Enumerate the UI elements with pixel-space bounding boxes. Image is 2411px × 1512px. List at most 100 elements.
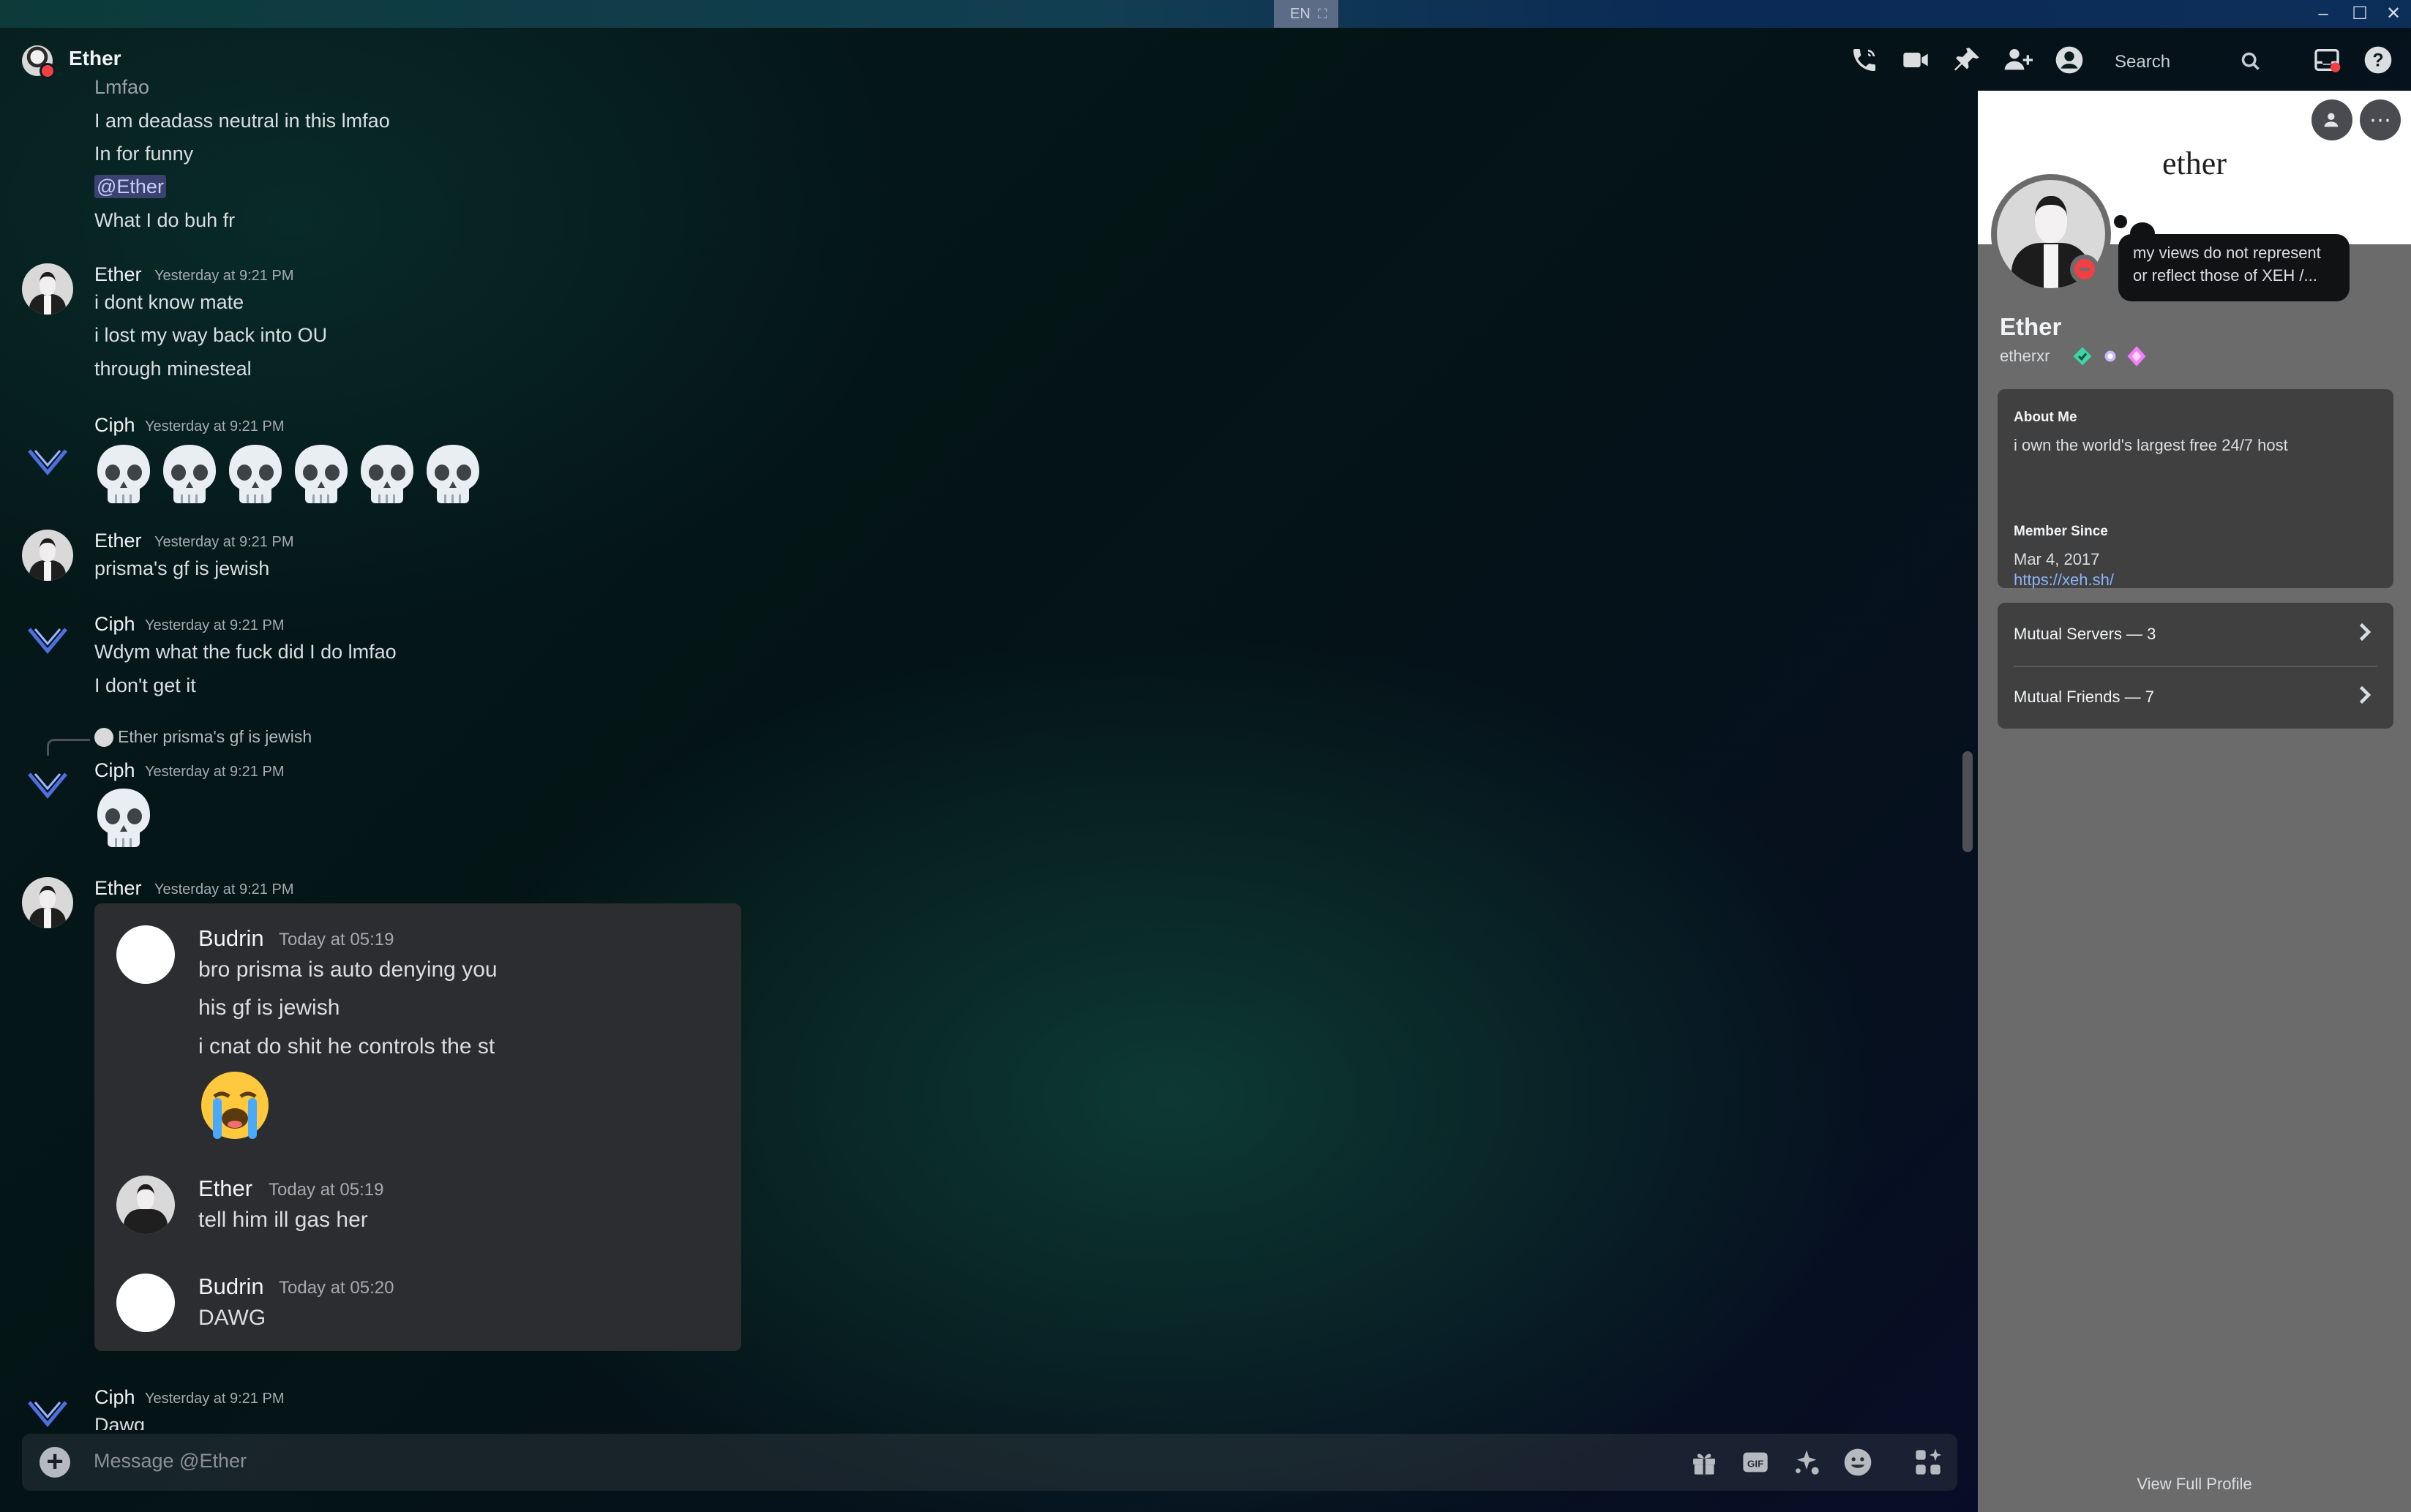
message-timestamp: Yesterday at 9:21 PM (145, 418, 285, 435)
message-text: What I do buh fr (94, 209, 236, 231)
message-author[interactable]: Ciph (94, 613, 135, 636)
reply-avatar (94, 728, 113, 747)
member-since-heading: Member Since (2014, 524, 2108, 539)
header-avatar[interactable] (22, 45, 56, 79)
message-text: In for funny (94, 143, 194, 165)
custom-status[interactable]: my views do not represent or reflect tho… (2118, 234, 2350, 301)
scroll-thumb[interactable] (1962, 751, 1973, 852)
user-profile-panel: ether ⋯ my views do not represent or ref… (1978, 91, 2411, 1512)
minimize-button[interactable]: – (2306, 0, 2340, 28)
embed-author: Ether (198, 1176, 253, 1201)
reply-connector (47, 739, 90, 756)
chevron-right-icon (2351, 619, 2377, 645)
profile-link[interactable]: https://xeh.sh/ (2014, 571, 2114, 590)
loudly-crying-face-icon (201, 1072, 269, 1139)
avatar[interactable] (22, 263, 73, 315)
more-options-button[interactable]: ⋯ (2360, 99, 2401, 140)
message-author[interactable]: Ciph (94, 1386, 135, 1409)
message-text: Wdym what the fuck did I do lmfao (94, 641, 397, 663)
user-mention[interactable]: @Ether (94, 175, 166, 198)
message-composer[interactable]: + Message @Ether GIF (22, 1434, 1957, 1491)
message-author[interactable]: Ether (94, 263, 142, 286)
help-icon[interactable]: ? (2359, 41, 2397, 79)
apps-icon[interactable] (1911, 1445, 1945, 1479)
message-text: prisma's gf is jewish (94, 557, 270, 579)
close-window-button[interactable]: ✕ (2377, 0, 2410, 28)
avatar[interactable] (22, 1386, 73, 1430)
search-input[interactable]: Search (2100, 44, 2270, 78)
add-friend-icon (2324, 113, 2339, 127)
about-text: i own the world's largest free 24/7 host (2014, 436, 2288, 454)
message-author[interactable]: Ether (94, 530, 142, 552)
inbox-icon[interactable] (2308, 41, 2346, 79)
about-me-card: About Me i own the world's largest free … (1998, 389, 2393, 590)
message-list[interactable]: Lmfao I am deadass neutral in this lmfao… (0, 73, 1961, 1430)
mutual-servers-row[interactable]: Mutual Servers — 3 (1998, 603, 2393, 666)
svg-text:GIF: GIF (1747, 1459, 1763, 1470)
reply-preview[interactable]: Ether prisma's gf is jewish (94, 727, 312, 747)
skull-emoji-icon[interactable] (424, 443, 482, 505)
message-text: I don't get it (94, 674, 196, 696)
add-friends-icon[interactable] (1999, 41, 2037, 79)
message-text: through minesteal (94, 358, 252, 380)
message-input[interactable]: Message @Ether (94, 1450, 247, 1472)
header-username[interactable]: Ether (69, 47, 121, 70)
embed-text: bro prisma is auto denying you (198, 958, 498, 982)
status-bubble-dot (2114, 215, 2127, 228)
message-author[interactable]: Ciph (94, 414, 135, 437)
image-attachment[interactable]: Budrin Today at 05:19 bro prisma is auto… (94, 903, 741, 1351)
about-heading: About Me (2014, 410, 2077, 425)
profile-username[interactable]: etherxr (2000, 347, 2050, 366)
message-text: Dawg (94, 1414, 146, 1430)
view-full-profile-link[interactable]: View Full Profile (1978, 1475, 2411, 1494)
add-friend-button[interactable] (2311, 99, 2352, 140)
member-since-date: Mar 4, 2017 (2014, 550, 2100, 568)
avatar[interactable] (22, 877, 73, 928)
gif-icon[interactable]: GIF (1739, 1445, 1772, 1479)
language-label: EN (1290, 6, 1311, 22)
skull-emoji-icon[interactable] (226, 443, 285, 505)
mutual-servers-label: Mutual Servers — 3 (2014, 625, 2156, 643)
message-author[interactable]: Ciph (94, 759, 135, 782)
embed-timestamp: Today at 05:19 (279, 930, 394, 949)
embed-timestamp: Today at 05:20 (279, 1278, 394, 1298)
avatar (116, 1274, 175, 1332)
message-text: @Ether (94, 175, 166, 198)
hypesquad-badge-icon[interactable] (2071, 345, 2093, 367)
embed-text: tell him ill gas her (198, 1208, 368, 1232)
message-timestamp: Yesterday at 9:21 PM (154, 534, 294, 550)
boost-badge-icon[interactable] (2126, 345, 2148, 367)
skull-emoji-icon[interactable] (292, 443, 350, 505)
user-profile-icon[interactable] (2050, 41, 2088, 79)
upload-plus-button[interactable]: + (40, 1447, 70, 1478)
message-author[interactable]: Ether (94, 877, 142, 900)
mutual-friends-row[interactable]: Mutual Friends — 7 (1998, 666, 2393, 729)
reply-text: prisma's gf is jewish (162, 727, 312, 746)
avatar[interactable] (22, 435, 73, 486)
skull-emoji-icon[interactable] (160, 443, 219, 505)
sticker-icon[interactable] (1790, 1445, 1823, 1479)
skull-emoji-icon[interactable] (94, 443, 153, 505)
more-icon: ⋯ (2369, 108, 2391, 132)
maximize-button[interactable]: ☐ (2343, 0, 2377, 28)
avatar (116, 1176, 175, 1234)
skull-emoji-icon[interactable] (358, 443, 416, 505)
message-timestamp: Yesterday at 9:21 PM (145, 1391, 285, 1407)
avatar[interactable] (22, 530, 73, 581)
gift-icon[interactable] (1687, 1445, 1721, 1479)
reply-author: Ether (118, 727, 158, 746)
chevron-right-icon (2351, 682, 2377, 708)
ciph-logo-icon (28, 1401, 67, 1427)
dnd-status-icon (2070, 255, 2099, 284)
status-line: my views do not represent (2133, 244, 2321, 262)
avatar[interactable] (22, 613, 73, 664)
skull-emoji-icon[interactable] (94, 787, 153, 849)
scrollbar[interactable] (1962, 93, 1973, 1432)
ciph-logo-icon (28, 628, 67, 654)
message-text: i lost my way back into OU (94, 324, 328, 346)
nitro-badge-icon[interactable] (2099, 345, 2121, 367)
message-timestamp: Yesterday at 9:21 PM (145, 617, 285, 633)
emoji-icon[interactable] (1841, 1445, 1875, 1479)
language-indicator[interactable]: EN ⛶ (1274, 0, 1338, 28)
avatar[interactable] (22, 758, 73, 809)
